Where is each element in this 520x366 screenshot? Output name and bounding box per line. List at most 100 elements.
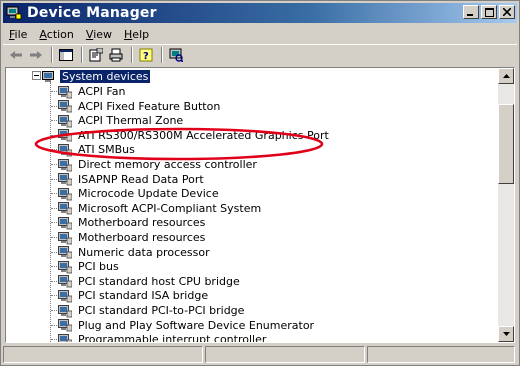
tree-node-system-devices[interactable]: System devices	[42, 69, 151, 84]
device-list-item[interactable]: ACPI Thermal Zone	[58, 113, 185, 128]
device-icon	[58, 275, 72, 288]
device-list-item[interactable]: Microsoft ACPI-Compliant System	[58, 201, 263, 216]
device-list-item[interactable]: ATI SMBus	[58, 142, 137, 157]
device-list-item[interactable]: PCI bus	[58, 259, 121, 274]
scan-hardware-button[interactable]	[167, 47, 185, 63]
device-label: ISAPNP Read Data Port	[78, 172, 204, 186]
title-bar[interactable]: Device Manager	[3, 3, 517, 23]
show-hide-tree-button[interactable]	[57, 47, 75, 63]
device-label: Motherboard resources	[78, 231, 206, 244]
forward-arrow-icon	[30, 50, 42, 59]
device-icon	[58, 231, 72, 244]
device-list-item[interactable]: PCI standard host CPU bridge	[58, 274, 242, 289]
close-icon	[503, 8, 511, 16]
device-label: Programmable interrupt controller	[78, 333, 267, 342]
tree-node-label: System devices	[60, 70, 151, 83]
device-list-item[interactable]: Motherboard resources	[58, 230, 207, 245]
device-icon	[58, 143, 72, 157]
help-icon: ?	[139, 48, 153, 62]
device-label: PCI standard host CPU bridge	[78, 274, 240, 288]
device-label: ACPI Fixed Feature Button	[78, 99, 221, 113]
device-icon	[58, 246, 72, 259]
device-list-item[interactable]: ACPI Fixed Feature Button	[58, 99, 222, 114]
close-button[interactable]	[499, 5, 515, 19]
device-list-item[interactable]: ATI RS300/RS300M Accelerated Graphics Po…	[58, 128, 331, 143]
device-label: Numeric data processor	[78, 245, 210, 259]
maximize-button[interactable]	[481, 5, 497, 19]
status-panel-secondary	[205, 346, 365, 363]
system-devices-icon	[42, 70, 54, 82]
device-label: PCI standard ISA bridge	[78, 289, 209, 303]
device-label: ATI RS300/RS300M Accelerated Graphics Po…	[78, 128, 329, 142]
minimize-icon	[467, 14, 473, 16]
device-icon	[58, 216, 72, 230]
device-icon	[58, 173, 72, 186]
back-arrow-icon	[10, 50, 22, 59]
device-list-item[interactable]: Numeric data processor	[58, 245, 212, 260]
device-list-item[interactable]: ACPI Fan	[58, 84, 127, 99]
collapse-toggle[interactable]	[32, 71, 41, 80]
menu-action-mnemonic: A	[39, 27, 47, 41]
back-button[interactable]	[7, 47, 25, 63]
forward-button[interactable]	[27, 47, 45, 63]
device-icon	[58, 289, 72, 303]
device-label: PCI bus	[78, 260, 119, 274]
device-icon	[58, 129, 72, 142]
svg-text:?: ?	[143, 51, 149, 62]
device-list-item[interactable]: Motherboard resources	[58, 215, 207, 230]
help-button[interactable]: ?	[137, 47, 155, 63]
device-icon	[58, 319, 72, 332]
status-bar	[3, 346, 517, 364]
device-list-item[interactable]: Plug and Play Software Device Enumerator	[58, 318, 316, 333]
device-label: ATI SMBus	[78, 143, 135, 157]
menu-action-label: ction	[46, 27, 74, 41]
menu-help-label: elp	[132, 27, 150, 41]
device-list-item[interactable]: ISAPNP Read Data Port	[58, 172, 206, 187]
maximize-icon	[484, 7, 494, 17]
device-list-item[interactable]: PCI standard ISA bridge	[58, 288, 210, 303]
scroll-up-arrow-icon	[502, 74, 510, 78]
device-icon	[58, 100, 72, 113]
minimize-button[interactable]	[463, 5, 479, 19]
menu-action[interactable]: Action	[39, 28, 73, 41]
properties-button[interactable]	[87, 47, 105, 63]
device-tree-panel: System devices ACPI Fan ACPI Fixed Featur…	[5, 67, 515, 343]
device-icon	[58, 85, 72, 98]
window-controls	[463, 5, 515, 19]
print-button[interactable]	[107, 47, 125, 63]
device-label: Plug and Play Software Device Enumerator	[78, 318, 315, 332]
print-icon	[109, 48, 123, 61]
properties-icon	[89, 47, 103, 61]
device-label: ACPI Thermal Zone	[78, 114, 184, 128]
show-hide-console-tree-icon	[59, 48, 73, 61]
vertical-scrollbar[interactable]	[498, 68, 514, 342]
status-panel-main	[3, 346, 203, 363]
menu-help[interactable]: Help	[124, 28, 149, 41]
scroll-up-button[interactable]	[498, 68, 514, 84]
device-label: Microsoft ACPI-Compliant System	[78, 201, 262, 215]
menu-file-label: ile	[14, 27, 28, 41]
menu-view-label: iew	[93, 27, 113, 41]
scan-hardware-icon	[169, 48, 183, 62]
scroll-down-arrow-icon	[502, 332, 510, 336]
device-list-item[interactable]: Direct memory access controller	[58, 157, 259, 172]
device-icon	[58, 304, 72, 317]
scroll-thumb[interactable]	[498, 104, 514, 184]
device-tree: System devices ACPI Fan ACPI Fixed Featur…	[6, 68, 498, 342]
toolbar-separator	[51, 46, 53, 63]
device-icon	[58, 202, 72, 215]
device-manager-window: Device Manager File Action View Help ? S…	[0, 0, 520, 366]
device-list-item[interactable]: Microcode Update Device	[58, 186, 221, 201]
menu-file[interactable]: File	[9, 28, 27, 41]
scroll-down-button[interactable]	[498, 326, 514, 342]
toolbar: ?	[3, 44, 517, 64]
device-list-item[interactable]: Programmable interrupt controller	[58, 332, 268, 342]
device-list-item[interactable]: PCI standard PCI-to-PCI bridge	[58, 303, 246, 318]
device-icon	[58, 158, 72, 171]
device-icon	[58, 187, 72, 201]
window-title: Device Manager	[27, 5, 157, 21]
device-label: Microcode Update Device	[78, 187, 219, 201]
toolbar-separator	[81, 46, 83, 63]
device-icon	[58, 333, 72, 342]
menu-view[interactable]: View	[86, 28, 112, 41]
